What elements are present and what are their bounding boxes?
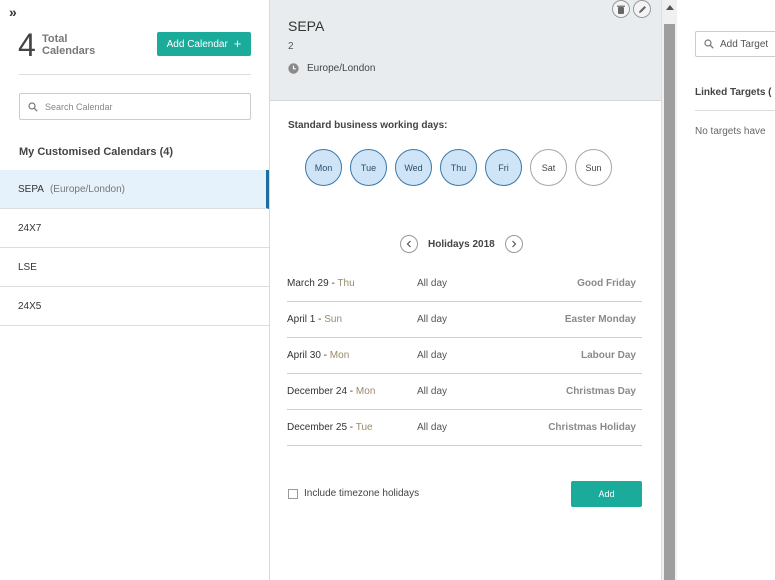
holiday-year-nav: Holidays 2018	[400, 235, 523, 253]
edit-button[interactable]	[633, 0, 651, 18]
holiday-name: Labour Day	[580, 350, 636, 361]
targets-empty-text: No targets have	[695, 126, 766, 137]
holiday-weekday: Thu	[337, 278, 355, 289]
add-target-placeholder: Add Target	[720, 38, 769, 50]
holiday-row[interactable]: April 1 - Sun All day Easter Monday	[287, 302, 642, 338]
scroll-up-icon[interactable]	[666, 5, 674, 10]
include-timezone-checkbox[interactable]	[288, 488, 298, 499]
holiday-name: Christmas Holiday	[548, 422, 636, 433]
next-year-button[interactable]	[504, 235, 523, 253]
search-icon	[704, 39, 714, 49]
holidays-title: Holidays 2018	[428, 238, 495, 250]
plus-icon: +	[233, 36, 242, 51]
holiday-span: All day	[417, 350, 448, 361]
calendar-detail: SEPA 2 Europe/London Standard business w…	[270, 0, 661, 580]
add-holiday-button[interactable]: Add	[571, 481, 642, 507]
day-toggle-thu[interactable]: Thu	[440, 149, 477, 186]
calendar-sidebar: » 4 Total Calendars Add Calendar + My Cu…	[0, 0, 270, 580]
holiday-span: All day	[417, 386, 448, 397]
calendar-list: SEPA (Europe/London) 24X7 LSE 24X5	[0, 170, 269, 326]
day-toggle-tue[interactable]: Tue	[350, 149, 387, 186]
detail-timezone: Europe/London	[288, 63, 375, 74]
holiday-span: All day	[417, 278, 448, 289]
holiday-table: March 29 - Thu All day Good Friday April…	[287, 266, 642, 446]
targets-panel: Add Target Linked Targets ( No targets h…	[677, 0, 775, 580]
working-days: Mon Tue Wed Thu Fri Sat Sun	[305, 149, 612, 186]
vertical-scrollbar[interactable]	[661, 0, 677, 580]
include-timezone-holidays[interactable]: Include timezone holidays	[288, 488, 419, 499]
holiday-date-text: April 30	[287, 350, 321, 361]
calendar-timezone: (Europe/London)	[49, 183, 125, 195]
holiday-weekday: Tue	[355, 422, 373, 433]
holiday-weekday: Mon	[355, 386, 376, 397]
holiday-date-text: December 25	[287, 422, 348, 433]
calendar-name: LSE	[18, 261, 37, 273]
search-icon	[28, 101, 38, 112]
pencil-icon	[638, 5, 646, 13]
holiday-name: Good Friday	[577, 278, 636, 289]
calendar-name: 24X5	[18, 300, 42, 312]
holiday-date: December 25 - Tue	[287, 422, 373, 433]
divider	[19, 74, 251, 75]
day-toggle-wed[interactable]: Wed	[395, 149, 432, 186]
day-toggle-sun[interactable]: Sun	[575, 149, 612, 186]
trash-icon	[617, 5, 625, 14]
prev-year-button[interactable]	[400, 235, 418, 253]
holiday-row[interactable]: April 30 - Mon All day Labour Day	[287, 338, 642, 374]
count-label-line-1: Total	[42, 33, 68, 45]
calendar-item-lse[interactable]: LSE	[0, 248, 269, 287]
holiday-date: April 1 - Sun	[287, 314, 343, 325]
clock-icon	[288, 63, 299, 74]
holiday-weekday: Mon	[329, 350, 350, 361]
holiday-date: April 30 - Mon	[287, 350, 350, 361]
scroll-thumb[interactable]	[664, 24, 675, 580]
calendar-count-label: Total Calendars	[42, 33, 95, 57]
add-calendar-button[interactable]: Add Calendar +	[157, 32, 251, 56]
holiday-date-text: April 1	[287, 314, 316, 325]
detail-header: SEPA 2 Europe/London	[270, 0, 661, 101]
calendar-name: SEPA	[18, 183, 44, 195]
detail-actions	[612, 0, 651, 18]
collapse-icon[interactable]: »	[9, 5, 17, 19]
section-title: My Customised Calendars (4)	[19, 146, 174, 158]
search-input[interactable]	[45, 101, 235, 112]
day-toggle-sat[interactable]: Sat	[530, 149, 567, 186]
day-toggle-mon[interactable]: Mon	[305, 149, 342, 186]
holiday-date: March 29 - Thu	[287, 278, 355, 289]
holiday-weekday: Sun	[324, 314, 343, 325]
add-calendar-label: Add Calendar	[166, 38, 228, 50]
holiday-name: Easter Monday	[564, 314, 636, 325]
add-target-input[interactable]: Add Target	[695, 31, 775, 57]
calendar-item-sepa[interactable]: SEPA (Europe/London)	[0, 170, 269, 209]
day-toggle-fri[interactable]: Fri	[485, 149, 522, 186]
holiday-span: All day	[417, 314, 448, 325]
calendar-app: » 4 Total Calendars Add Calendar + My Cu…	[0, 0, 775, 580]
calendar-count: 4	[18, 27, 36, 63]
holiday-date: December 24 - Mon	[287, 386, 376, 397]
working-days-label: Standard business working days:	[288, 120, 448, 131]
chevron-right-icon	[511, 240, 517, 248]
calendar-item-24x5[interactable]: 24X5	[0, 287, 269, 326]
linked-targets-title: Linked Targets (	[695, 87, 772, 98]
delete-button[interactable]	[612, 0, 630, 18]
detail-title: SEPA	[288, 18, 325, 34]
holiday-row[interactable]: March 29 - Thu All day Good Friday	[287, 266, 642, 302]
holiday-name: Christmas Day	[565, 386, 636, 397]
calendar-item-24x7[interactable]: 24X7	[0, 209, 269, 248]
timezone-text: Europe/London	[307, 63, 376, 74]
search-box[interactable]	[19, 93, 251, 120]
include-timezone-label: Include timezone holidays	[304, 488, 420, 499]
divider	[695, 110, 775, 111]
holiday-date-text: March 29	[287, 278, 329, 289]
holiday-row[interactable]: December 24 - Mon All day Christmas Day	[287, 374, 642, 410]
holiday-date-text: December 24	[287, 386, 348, 397]
calendar-name: 24X7	[18, 222, 42, 234]
count-label-line-2: Calendars	[42, 45, 96, 57]
chevron-left-icon	[406, 240, 411, 248]
holiday-row[interactable]: December 25 - Tue All day Christmas Holi…	[287, 410, 642, 446]
detail-subtitle: 2	[288, 41, 294, 52]
holiday-span: All day	[417, 422, 448, 433]
